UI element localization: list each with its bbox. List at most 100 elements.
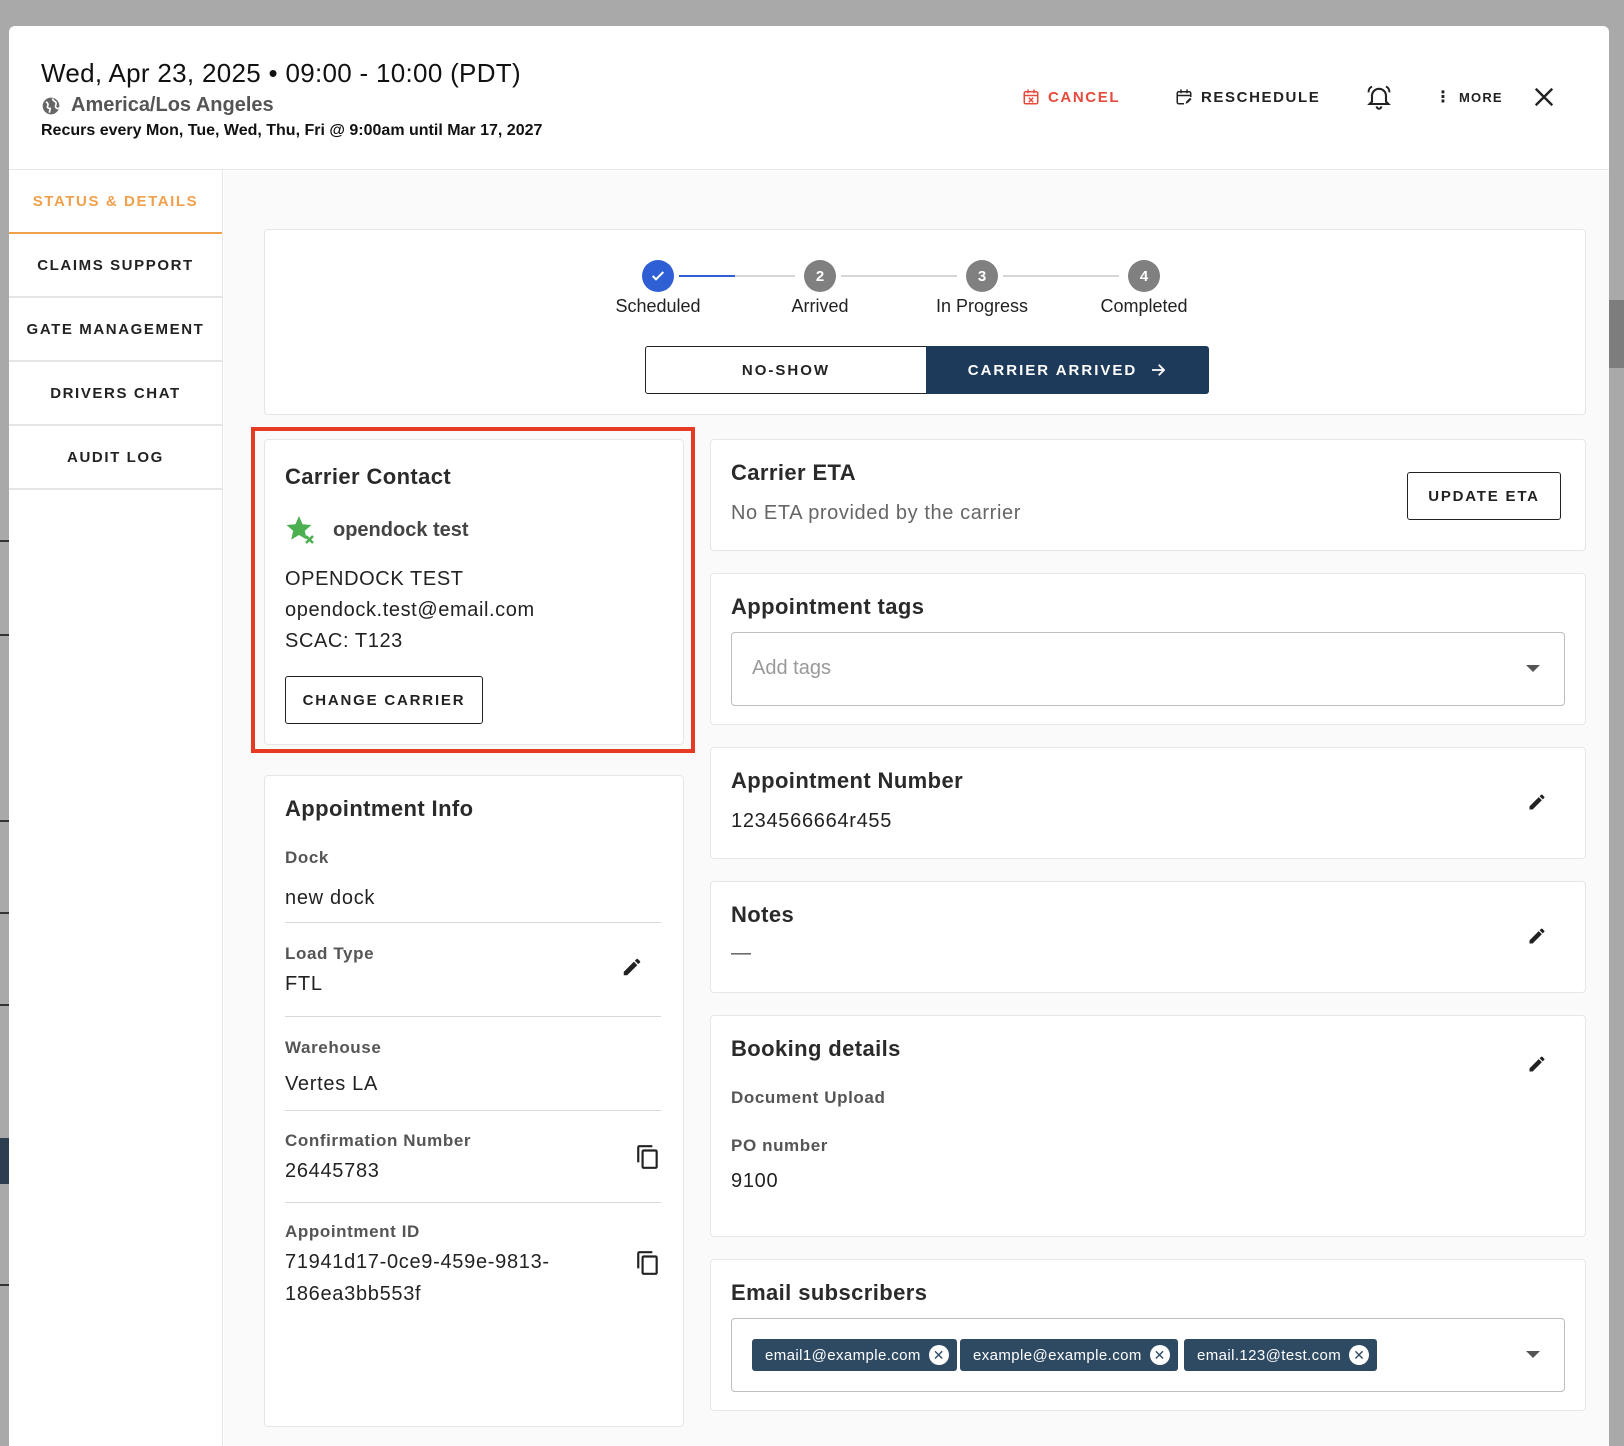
- sidebar-item-status-details[interactable]: STATUS & DETAILS: [9, 170, 222, 234]
- appointment-modal: Wed, Apr 23, 2025 • 09:00 - 10:00 (PDT) …: [9, 26, 1609, 1446]
- background-event: [1608, 300, 1624, 368]
- header-actions: CANCEL RESCHEDULE ⋮ MORE: [9, 82, 1609, 112]
- carrier-arrived-label: CARRIER ARRIVED: [967, 361, 1138, 379]
- carrier-eta-text: No ETA provided by the carrier: [731, 502, 1021, 524]
- email-chip-label: example@example.com: [973, 1346, 1142, 1364]
- step-connector: [679, 275, 795, 277]
- email-chip: email1@example.com ✕: [752, 1339, 957, 1371]
- booking-details-card: Booking details Document Upload PO numbe…: [710, 1015, 1586, 1237]
- divider: [285, 1202, 661, 1203]
- divider: [285, 1110, 661, 1111]
- no-show-button[interactable]: NO-SHOW: [645, 346, 927, 394]
- edit-notes-icon[interactable]: [1527, 926, 1547, 946]
- appointment-tags-card: Appointment tags Add tags: [710, 573, 1586, 725]
- more-label: MORE: [1459, 89, 1503, 105]
- edit-appointment-number-icon[interactable]: [1527, 792, 1547, 812]
- remove-chip-icon[interactable]: ✕: [1149, 1345, 1170, 1365]
- warehouse-field: Warehouse Vertes LA: [285, 1038, 661, 1100]
- step-label: Scheduled: [615, 296, 701, 316]
- remove-chip-icon[interactable]: ✕: [928, 1345, 949, 1365]
- appointment-id-value-line1: 71941d17-0ce9-459e-9813-: [285, 1251, 550, 1273]
- dock-field: Dock new dock: [285, 848, 661, 914]
- cancel-label: CANCEL: [1048, 88, 1121, 106]
- notes-value: —: [731, 942, 752, 964]
- more-menu-button[interactable]: ⋮ MORE: [1435, 82, 1503, 112]
- dock-value: new dock: [285, 887, 376, 909]
- reschedule-label: RESCHEDULE: [1201, 88, 1321, 106]
- check-icon: [651, 271, 665, 281]
- edit-booking-details-icon[interactable]: [1527, 1054, 1547, 1074]
- status-stepper-card: 2 3 4 Scheduled Arrived In Progress Comp…: [264, 229, 1586, 415]
- sidebar-item-drivers-chat[interactable]: DRIVERS CHAT: [9, 362, 222, 426]
- booking-details-title: Booking details: [731, 1036, 901, 1061]
- calendar-edit-icon: [1176, 89, 1192, 105]
- edit-load-type-icon[interactable]: [621, 956, 643, 978]
- cancel-button[interactable]: CANCEL: [1022, 82, 1120, 112]
- appointment-info-title: Appointment Info: [285, 796, 474, 821]
- notes-title: Notes: [731, 902, 795, 927]
- tags-select[interactable]: Add tags: [731, 632, 1565, 706]
- appointment-number-value: 1234566664r455: [731, 810, 893, 832]
- calendar-cancel-icon: [1023, 89, 1039, 105]
- arrow-right-icon: [1152, 364, 1166, 376]
- email-chip-label: email1@example.com: [765, 1346, 921, 1364]
- appointment-id-label: Appointment ID: [285, 1222, 420, 1241]
- appointment-number-card: Appointment Number 1234566664r455: [710, 747, 1586, 859]
- po-number-label: PO number: [731, 1136, 829, 1155]
- sidebar-nav: STATUS & DETAILS CLAIMS SUPPORT GATE MAN…: [9, 170, 223, 1446]
- sidebar-item-audit-log[interactable]: AUDIT LOG: [9, 426, 222, 490]
- sidebar-item-claims-support[interactable]: CLAIMS SUPPORT: [9, 234, 222, 298]
- load-type-field: Load Type FTL: [285, 944, 661, 1000]
- bell-icon: [1367, 85, 1391, 110]
- copy-icon[interactable]: [635, 1250, 661, 1276]
- document-upload-label: Document Upload: [731, 1088, 886, 1107]
- email-chip: email.123@test.com ✕: [1184, 1339, 1378, 1371]
- po-number-value: 9100: [731, 1170, 779, 1192]
- divider: [285, 922, 661, 923]
- highlight-box: [251, 427, 695, 753]
- notes-card: Notes —: [710, 881, 1586, 993]
- email-subscribers-card: Email subscribers email1@example.com ✕ e…: [710, 1259, 1586, 1411]
- update-eta-button[interactable]: UPDATE ETA: [1407, 472, 1561, 520]
- appointment-id-field: Appointment ID 71941d17-0ce9-459e-9813- …: [285, 1222, 661, 1310]
- carrier-arrived-button[interactable]: CARRIER ARRIVED: [926, 346, 1209, 394]
- notification-bell-button[interactable]: [1365, 82, 1393, 112]
- more-vert-icon: ⋮: [1435, 89, 1451, 106]
- step-label: In Progress: [935, 296, 1029, 316]
- confirmation-number-label: Confirmation Number: [285, 1131, 472, 1150]
- carrier-eta-card: Carrier ETA No ETA provided by the carri…: [710, 439, 1586, 551]
- sidebar-item-gate-management[interactable]: GATE MANAGEMENT: [9, 298, 222, 362]
- warehouse-label: Warehouse: [285, 1038, 382, 1057]
- carrier-eta-title: Carrier ETA: [731, 460, 857, 485]
- reschedule-button[interactable]: RESCHEDULE: [1175, 82, 1320, 112]
- appointment-number-title: Appointment Number: [731, 768, 964, 793]
- remove-chip-icon[interactable]: ✕: [1349, 1345, 1370, 1365]
- email-chip-label: email.123@test.com: [1197, 1346, 1342, 1364]
- email-subscribers-select[interactable]: email1@example.com ✕ example@example.com…: [731, 1318, 1565, 1392]
- dropdown-caret-icon: [1526, 1351, 1540, 1358]
- dock-label: Dock: [285, 848, 329, 867]
- copy-icon[interactable]: [635, 1144, 661, 1170]
- confirmation-number-value: 26445783: [285, 1160, 380, 1182]
- divider: [285, 1016, 661, 1017]
- appointment-info-card: Appointment Info Dock new dock Load Type…: [264, 775, 684, 1427]
- step-connector: [1003, 275, 1119, 277]
- appointment-tags-title: Appointment tags: [731, 594, 925, 619]
- modal-header: Wed, Apr 23, 2025 • 09:00 - 10:00 (PDT) …: [9, 26, 1609, 170]
- content-area: 2 3 4 Scheduled Arrived In Progress Comp…: [224, 171, 1609, 1446]
- step-scheduled-dot: [642, 260, 674, 292]
- close-button[interactable]: [1533, 82, 1555, 112]
- close-icon: [1534, 87, 1554, 107]
- load-type-value: FTL: [285, 973, 323, 995]
- appointment-id-value-line2: 186ea3bb553f: [285, 1283, 422, 1305]
- step-arrived-dot: 2: [804, 260, 836, 292]
- email-chip: example@example.com ✕: [960, 1339, 1178, 1371]
- dropdown-caret-icon: [1526, 665, 1540, 672]
- step-connector: [841, 275, 957, 277]
- step-label: Arrived: [791, 296, 849, 316]
- step-label: Completed: [1100, 296, 1188, 316]
- confirmation-number-field: Confirmation Number 26445783: [285, 1131, 661, 1187]
- warehouse-value: Vertes LA: [285, 1073, 379, 1095]
- recurrence-text: Recurs every Mon, Tue, Wed, Thu, Fri @ 9…: [41, 122, 543, 139]
- load-type-label: Load Type: [285, 944, 375, 963]
